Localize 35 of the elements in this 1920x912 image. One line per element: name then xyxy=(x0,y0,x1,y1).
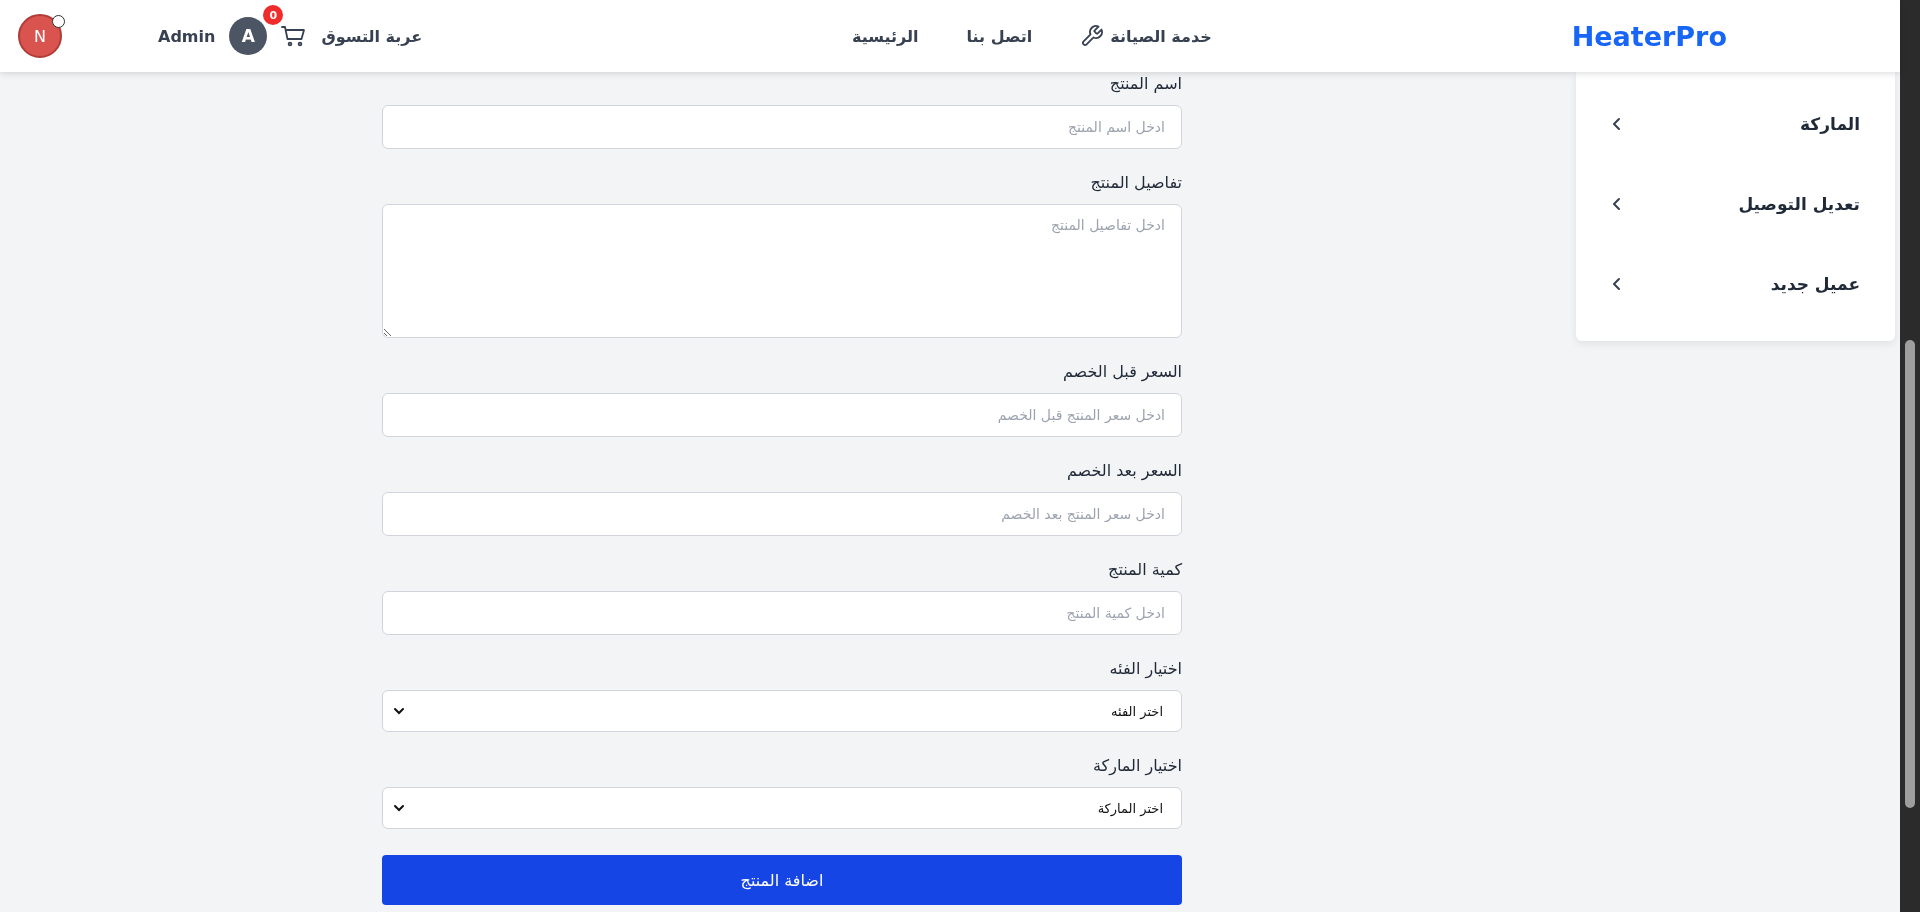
field-label: السعر قبل الخصم xyxy=(1061,362,1182,381)
field-label: تفاصيل المنتج xyxy=(1089,173,1182,192)
cart-icon[interactable] xyxy=(281,24,308,48)
sidebar-item[interactable]: تعديل التوصيل xyxy=(1576,164,1895,244)
wrench-icon xyxy=(1080,24,1105,48)
sidebar-item[interactable]: عميل جديد xyxy=(1576,244,1895,324)
logo[interactable]: HeaterPro xyxy=(1571,20,1727,52)
input-field[interactable]: ادخل كمية المنتج xyxy=(382,591,1182,635)
submit-button[interactable]: اضافة المنتج xyxy=(382,855,1182,905)
field-label: كمية المنتج xyxy=(1107,560,1182,579)
input-field[interactable]: ادخل سعر المنتج قبل الخصم xyxy=(382,393,1182,437)
field-label: اختيار الماركة xyxy=(1091,756,1182,775)
chevron-icon xyxy=(1611,117,1621,131)
cart-count-badge: 0 xyxy=(263,5,284,25)
select-dropdown[interactable]: اختر الماركة xyxy=(382,787,1182,829)
chevron-icon xyxy=(1611,277,1621,291)
chevron-down-icon xyxy=(393,804,405,812)
nav-link[interactable]: الرئيسية xyxy=(852,26,919,46)
field-label: اختيار الفئه xyxy=(1108,659,1182,678)
field-label: السعر بعد الخصم xyxy=(1065,461,1182,480)
cart-link[interactable]: عربة التسوق xyxy=(321,26,423,46)
app-avatar[interactable]: N xyxy=(18,14,62,58)
field-label: اسم المنتج xyxy=(1108,74,1182,93)
chevron-icon xyxy=(1611,197,1621,211)
text-area[interactable]: ادخل تفاصيل المنتج xyxy=(382,204,1182,338)
user-avatar[interactable]: A xyxy=(229,17,268,55)
sidebar-item[interactable]: الماركة xyxy=(1576,84,1895,164)
user-name[interactable]: Admin xyxy=(158,26,216,46)
select-dropdown[interactable]: اختر الفئه xyxy=(382,690,1182,732)
nav-link[interactable]: اتصل بنا xyxy=(966,26,1033,46)
input-field[interactable]: ادخل اسم المنتج xyxy=(382,105,1182,149)
input-field[interactable]: ادخل سعر المنتج بعد الخصم xyxy=(382,492,1182,536)
scrollbar[interactable] xyxy=(1900,0,1920,912)
nav-link[interactable]: خدمة الصيانة xyxy=(1080,24,1212,48)
chevron-down-icon xyxy=(393,707,405,715)
